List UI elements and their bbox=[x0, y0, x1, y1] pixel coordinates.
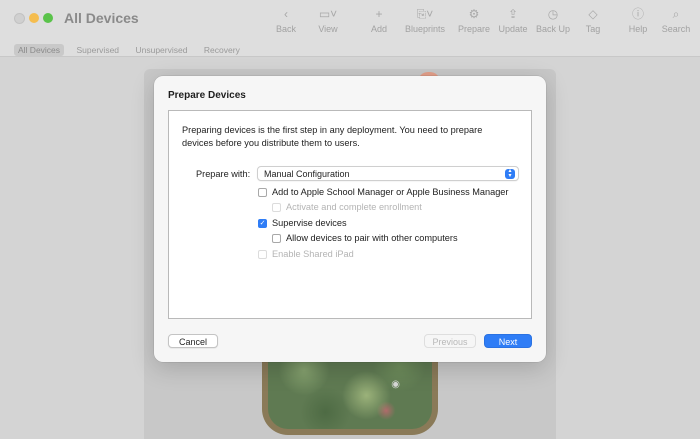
window-titlebar: All Devices ‹ Back ▭˅ View + Add ⎘˅ Blue… bbox=[0, 0, 700, 57]
prepare-with-label: Prepare with: bbox=[196, 169, 251, 179]
chevron-left-icon: ‹ bbox=[284, 7, 288, 21]
toolbar-view-button[interactable]: ▭˅ View bbox=[306, 6, 350, 34]
backup-icon: ◷ bbox=[547, 7, 559, 21]
chevron-updown-icon: ▴ ▾ bbox=[505, 168, 515, 179]
camera-icon: ◉ bbox=[391, 379, 400, 390]
minimize-window-button[interactable] bbox=[29, 13, 39, 23]
toolbar-prepare-button[interactable]: ⚙ Prepare bbox=[452, 6, 496, 34]
maximize-window-button[interactable] bbox=[43, 13, 53, 23]
view-icon: ▭˅ bbox=[318, 7, 338, 21]
toolbar-add-button[interactable]: + Add bbox=[357, 6, 401, 34]
toolbar-blueprints-button[interactable]: ⎘˅ Blueprints bbox=[403, 6, 447, 34]
search-icon: ⌕ bbox=[672, 7, 680, 21]
tag-icon: ◇ bbox=[588, 7, 598, 21]
toolbar-back-button[interactable]: ‹ Back bbox=[264, 6, 308, 34]
prepare-devices-dialog: Prepare Devices Preparing devices is the… bbox=[154, 76, 546, 362]
close-window-button[interactable] bbox=[14, 13, 25, 24]
dialog-title: Prepare Devices bbox=[168, 90, 246, 101]
toolbar-search-button[interactable]: ⌕ Search bbox=[654, 6, 698, 34]
supervise-checkbox[interactable]: ✓ bbox=[258, 219, 267, 228]
filter-all-devices[interactable]: All Devices bbox=[14, 44, 65, 56]
dialog-intro-text: Preparing devices is the first step in a… bbox=[182, 125, 483, 148]
update-icon: ⇪ bbox=[507, 7, 519, 21]
cancel-button[interactable]: Cancel bbox=[168, 334, 218, 348]
filter-supervised[interactable]: Supervised bbox=[73, 44, 124, 56]
next-button[interactable]: Next bbox=[484, 334, 532, 348]
previous-button: Previous bbox=[424, 334, 476, 348]
filter-recovery[interactable]: Recovery bbox=[200, 44, 244, 56]
add-to-manager-checkbox[interactable] bbox=[258, 188, 267, 197]
prepare-with-value: Manual Configuration bbox=[264, 169, 350, 179]
shared-ipad-checkbox bbox=[258, 250, 267, 259]
window-title: All Devices bbox=[64, 10, 139, 26]
dialog-content-box: Preparing devices is the first step in a… bbox=[168, 110, 532, 319]
filter-unsupervised[interactable]: Unsupervised bbox=[131, 44, 191, 56]
blueprints-icon: ⎘˅ bbox=[416, 7, 434, 21]
toolbar-tag-button[interactable]: ◇ Tag bbox=[571, 6, 615, 34]
plus-icon: + bbox=[375, 7, 383, 21]
toolbar-update-button[interactable]: ⇪ Update bbox=[491, 6, 535, 34]
toolbar-backup-button[interactable]: ◷ Back Up bbox=[531, 6, 575, 34]
gear-icon: ⚙ bbox=[468, 7, 480, 21]
prepare-with-select[interactable]: Manual Configuration ▴ ▾ bbox=[257, 166, 519, 181]
allow-pairing-checkbox[interactable] bbox=[272, 234, 281, 243]
filter-bar: All Devices Supervised Unsupervised Reco… bbox=[14, 40, 248, 56]
activate-enrollment-checkbox bbox=[272, 203, 281, 212]
